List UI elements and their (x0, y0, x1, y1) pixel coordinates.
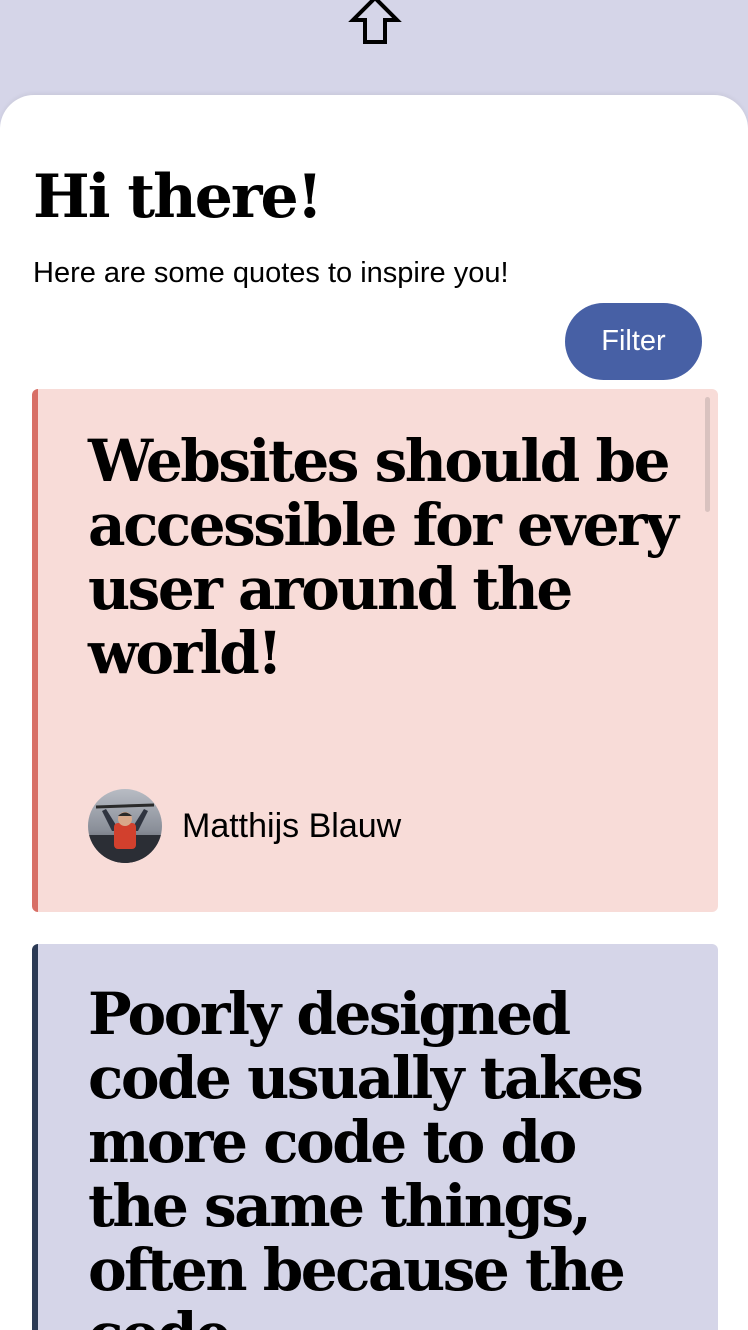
quote-text: Poorly designed code usually takes more … (88, 980, 644, 1330)
quote-card[interactable]: Websites should be accessible for every … (32, 389, 718, 912)
page-subtitle: Here are some quotes to inspire you! (33, 257, 509, 289)
page-title: Hi there! (33, 162, 323, 232)
up-arrow-icon[interactable] (348, 0, 402, 46)
author-name: Matthijs Blauw (182, 806, 402, 845)
quote-card[interactable]: Poorly designed code usually takes more … (32, 944, 718, 1330)
quote-author: Matthijs Blauw (88, 789, 401, 863)
filter-button[interactable]: Filter (565, 303, 702, 380)
scrollbar[interactable] (705, 397, 710, 512)
quote-text: Websites should be accessible for every … (88, 427, 679, 687)
avatar-image (88, 789, 162, 863)
top-bar (0, 0, 748, 110)
quotes-sheet: Hi there! Here are some quotes to inspir… (0, 95, 748, 1330)
avatar (88, 789, 162, 863)
